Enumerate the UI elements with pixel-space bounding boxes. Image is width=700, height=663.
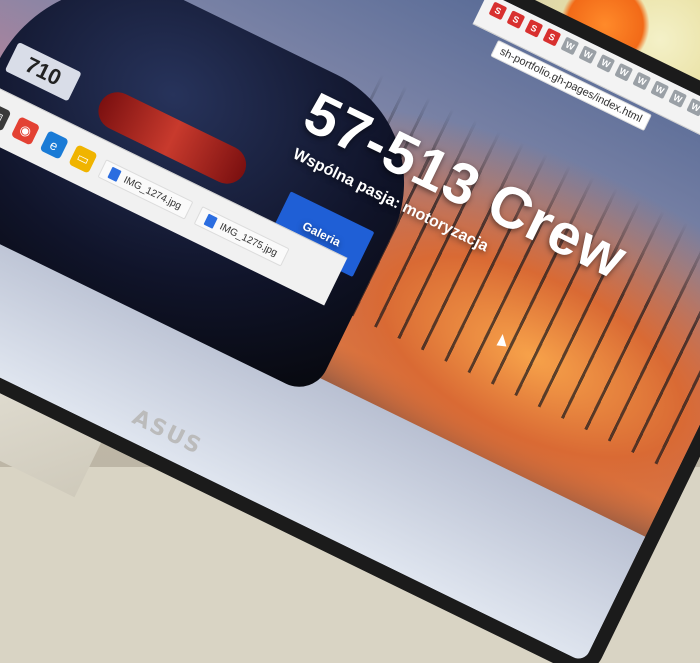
mouse-cursor-icon	[496, 333, 508, 347]
browser-tab-favicon-icon[interactable]: S	[542, 27, 562, 47]
browser-tab-favicon-icon[interactable]: S	[488, 1, 508, 21]
browser-tab-favicon-icon[interactable]: W	[560, 36, 580, 56]
browser-tab-favicon-icon[interactable]: W	[686, 97, 700, 117]
browser-tab-favicon-icon[interactable]: W	[632, 71, 652, 91]
task-view-icon[interactable]: ▣	[0, 102, 12, 132]
browser-tab-favicon-icon[interactable]: S	[524, 19, 544, 38]
chrome-icon[interactable]: ◉	[10, 116, 41, 146]
browser-tab-favicon-icon[interactable]: W	[596, 54, 616, 73]
download-filename: IMG_1274.jpg	[121, 174, 184, 212]
files-icon[interactable]: ▭	[68, 144, 98, 174]
browser-tab-favicon-icon[interactable]: W	[614, 62, 634, 82]
browser-tab-favicon-icon[interactable]: S	[506, 10, 526, 29]
website-screen: 710 57-513 Crew Wspólna pasja: motoryzac…	[0, 0, 700, 663]
edge-icon[interactable]: e	[39, 130, 69, 160]
image-file-icon	[107, 166, 122, 182]
monitor: 710 57-513 Crew Wspólna pasja: motoryzac…	[0, 0, 700, 663]
browser-tab-favicon-icon[interactable]: W	[650, 80, 670, 100]
image-file-icon	[203, 213, 218, 229]
browser-tab-favicon-icon[interactable]: W	[668, 89, 688, 108]
browser-tab-favicon-icon[interactable]: W	[578, 45, 598, 65]
download-filename: IMG_1275.jpg	[217, 221, 280, 259]
